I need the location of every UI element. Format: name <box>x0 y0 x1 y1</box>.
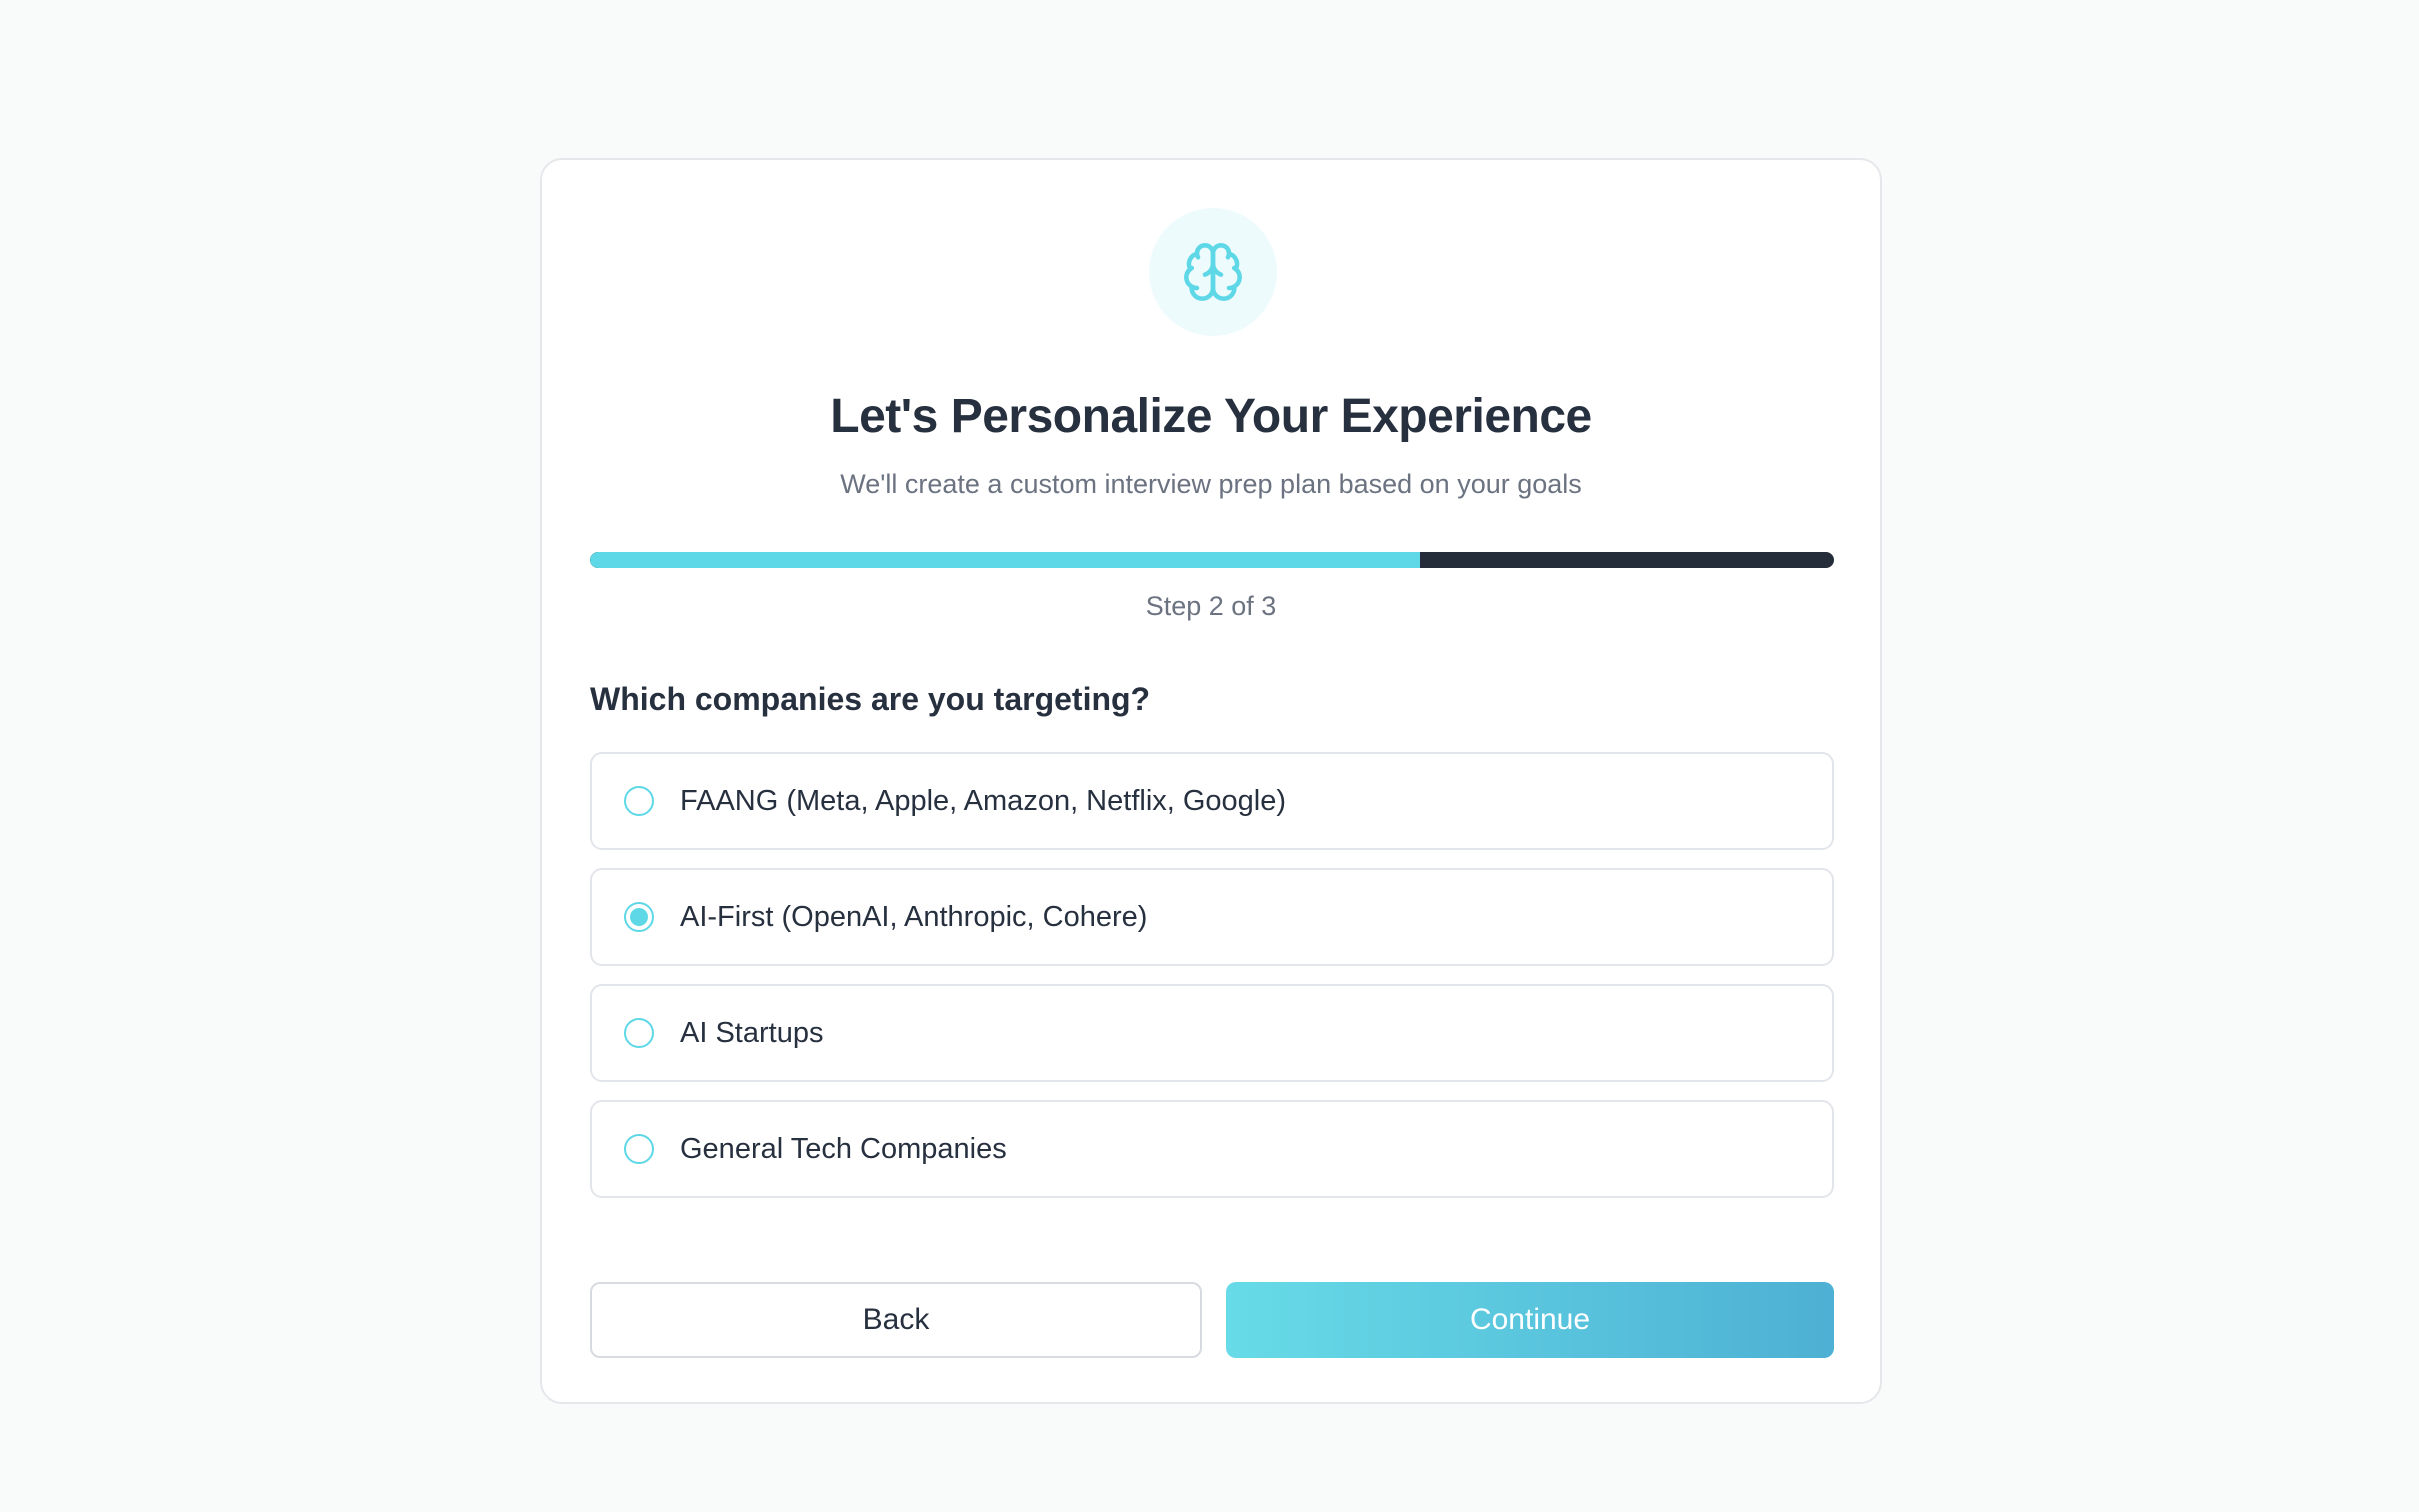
option-label: General Tech Companies <box>680 1132 1007 1165</box>
question-heading: Which companies are you targeting? <box>590 681 1151 717</box>
continue-button[interactable]: Continue <box>1226 1282 1834 1358</box>
progress-bar-fill <box>590 552 1420 568</box>
option-ai-startups[interactable]: AI Startups <box>590 984 1834 1082</box>
radio-button[interactable] <box>624 786 654 816</box>
radio-button[interactable] <box>624 902 654 932</box>
radio-button[interactable] <box>624 1134 654 1164</box>
radio-selected-dot <box>630 908 648 926</box>
option-ai-first[interactable]: AI-First (OpenAI, Anthropic, Cohere) <box>590 868 1834 966</box>
logo-badge <box>1149 208 1277 336</box>
onboarding-card: Let's Personalize Your Experience We'll … <box>540 158 1882 1404</box>
option-faang[interactable]: FAANG (Meta, Apple, Amazon, Netflix, Goo… <box>590 752 1834 850</box>
radio-button[interactable] <box>624 1018 654 1048</box>
page-subtitle: We'll create a custom interview prep pla… <box>840 469 1582 499</box>
brain-icon <box>1184 243 1242 301</box>
option-label: FAANG (Meta, Apple, Amazon, Netflix, Goo… <box>680 784 1287 817</box>
page-title: Let's Personalize Your Experience <box>830 390 1592 443</box>
progress-bar <box>590 552 1834 568</box>
option-label: AI Startups <box>680 1016 824 1049</box>
step-indicator: Step 2 of 3 <box>1145 591 1277 621</box>
option-general-tech[interactable]: General Tech Companies <box>590 1100 1834 1198</box>
option-label: AI-First (OpenAI, Anthropic, Cohere) <box>680 900 1148 933</box>
back-button[interactable]: Back <box>590 1282 1202 1358</box>
